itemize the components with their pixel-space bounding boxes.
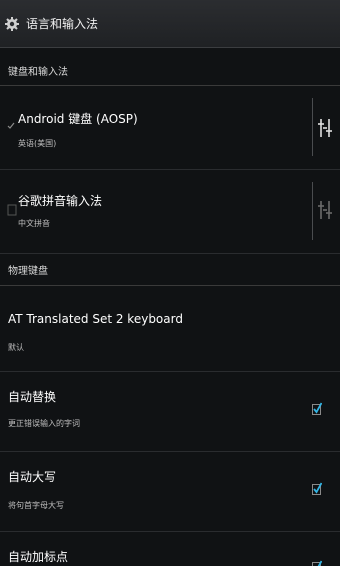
ime-row-google-pinyin[interactable]: 谷歌拼音输入法 中文拼音	[0, 170, 340, 254]
ime-enabled-checkbox[interactable]	[7, 122, 15, 130]
action-bar: 语言和输入法	[0, 0, 340, 48]
option-title: 自动大写	[8, 470, 57, 484]
keyboard-section-header: 键盘和输入法	[0, 56, 340, 86]
auto-capitalize-checkbox[interactable]	[312, 482, 322, 496]
keyboard-layout: 默认	[8, 343, 24, 352]
ime-subtitle: 英语(美国)	[18, 139, 57, 148]
auto-punctuate-checkbox[interactable]	[312, 560, 322, 566]
vertical-divider	[312, 182, 313, 240]
vertical-divider	[312, 98, 313, 156]
settings-gear-icon[interactable]	[4, 16, 20, 32]
option-summary: 将句首字母大写	[8, 501, 64, 510]
ime-title: 谷歌拼音输入法	[18, 194, 103, 208]
auto-capitalize-row[interactable]: 自动大写 将句首字母大写	[0, 452, 340, 532]
auto-replace-row[interactable]: 自动替换 更正错误输入的字词	[0, 372, 340, 452]
physical-section-header: 物理键盘	[0, 254, 340, 286]
auto-punctuate-row[interactable]: 自动加标点	[0, 532, 340, 566]
ime-enabled-checkbox[interactable]	[7, 204, 17, 216]
sliders-settings-icon[interactable]	[318, 116, 332, 140]
option-summary: 更正错误输入的字词	[8, 419, 80, 428]
sliders-settings-icon[interactable]	[318, 198, 332, 222]
ime-subtitle: 中文拼音	[18, 219, 50, 228]
auto-replace-checkbox[interactable]	[312, 402, 322, 416]
option-title: 自动加标点	[8, 550, 69, 564]
option-title: 自动替换	[8, 390, 57, 404]
ime-title: Android 键盘 (AOSP)	[18, 112, 138, 126]
physical-keyboard-row[interactable]: AT Translated Set 2 keyboard 默认	[0, 286, 340, 372]
keyboard-title: AT Translated Set 2 keyboard	[8, 312, 183, 326]
ime-row-android-keyboard[interactable]: Android 键盘 (AOSP) 英语(美国)	[0, 86, 340, 170]
page-title: 语言和输入法	[26, 17, 99, 31]
